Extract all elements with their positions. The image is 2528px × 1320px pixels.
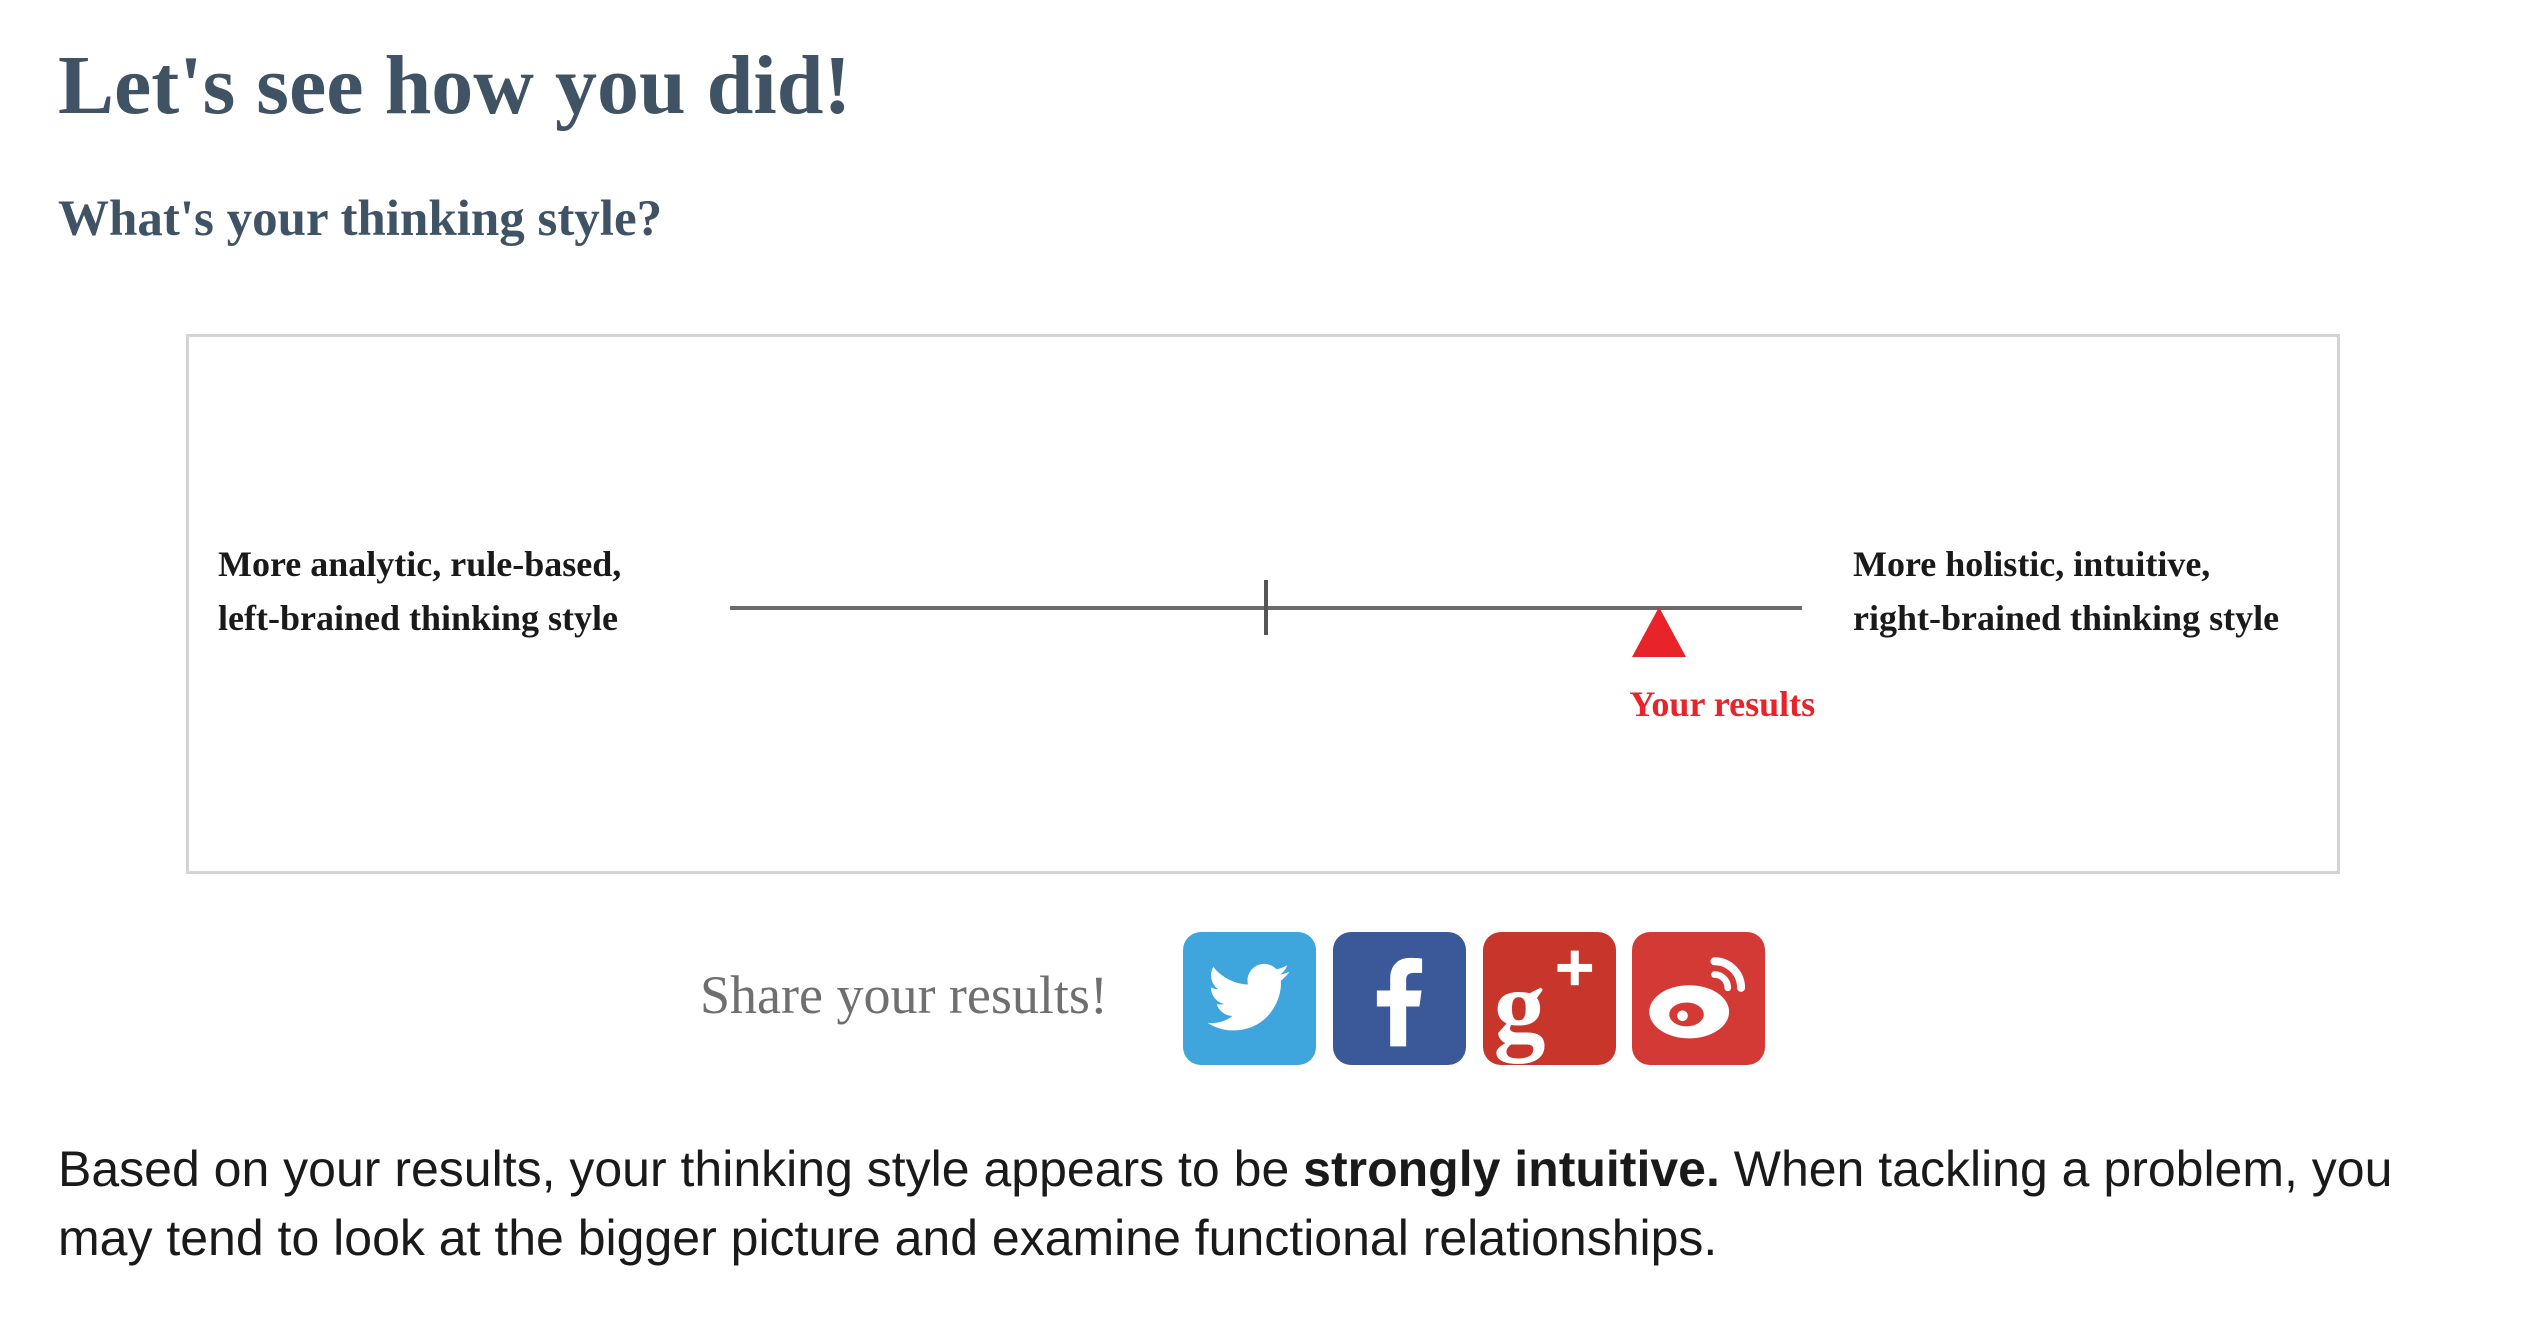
analytic-style-label: More analytic, rule-based, left-brained … <box>218 537 621 645</box>
page-title: Let's see how you did! <box>58 39 852 132</box>
analytic-style-label-line1: More analytic, rule-based, <box>218 544 622 584</box>
intuitive-style-label-line2: right-brained thinking style <box>1853 598 2280 638</box>
svg-text:g: g <box>1494 950 1546 1064</box>
facebook-f-icon <box>1376 957 1423 1047</box>
facebook-share-button[interactable] <box>1333 932 1466 1065</box>
result-marker-triangle-icon <box>1632 607 1687 657</box>
intuitive-style-label: More holistic, intuitive, right-brained … <box>1853 537 2279 645</box>
result-summary-paragraph: Based on your results, your thinking sty… <box>58 1135 2488 1273</box>
your-results-label: Your results <box>1629 684 1816 724</box>
twitter-bird-icon <box>1207 963 1290 1031</box>
result-summary-prefix: Based on your results, your thinking sty… <box>58 1141 1304 1197</box>
intuitive-style-label-line1: More holistic, intuitive, <box>1853 544 2211 584</box>
weibo-eye-icon <box>1649 957 1746 1039</box>
weibo-share-button[interactable] <box>1632 932 1765 1065</box>
analytic-style-label-line2: left-brained thinking style <box>218 598 619 638</box>
scale-midpoint-tick <box>1264 580 1268 635</box>
page-subtitle: What's your thinking style? <box>58 191 663 247</box>
result-summary-emphasis: strongly intuitive. <box>1303 1141 1720 1197</box>
result-panel: More analytic, rule-based, left-brained … <box>186 334 2340 874</box>
google-plus-share-button[interactable]: g <box>1483 932 1616 1065</box>
twitter-share-button[interactable] <box>1183 932 1316 1065</box>
share-results-label: Share your results! <box>700 965 1108 1025</box>
google-plus-icon: g <box>1494 950 1593 1064</box>
